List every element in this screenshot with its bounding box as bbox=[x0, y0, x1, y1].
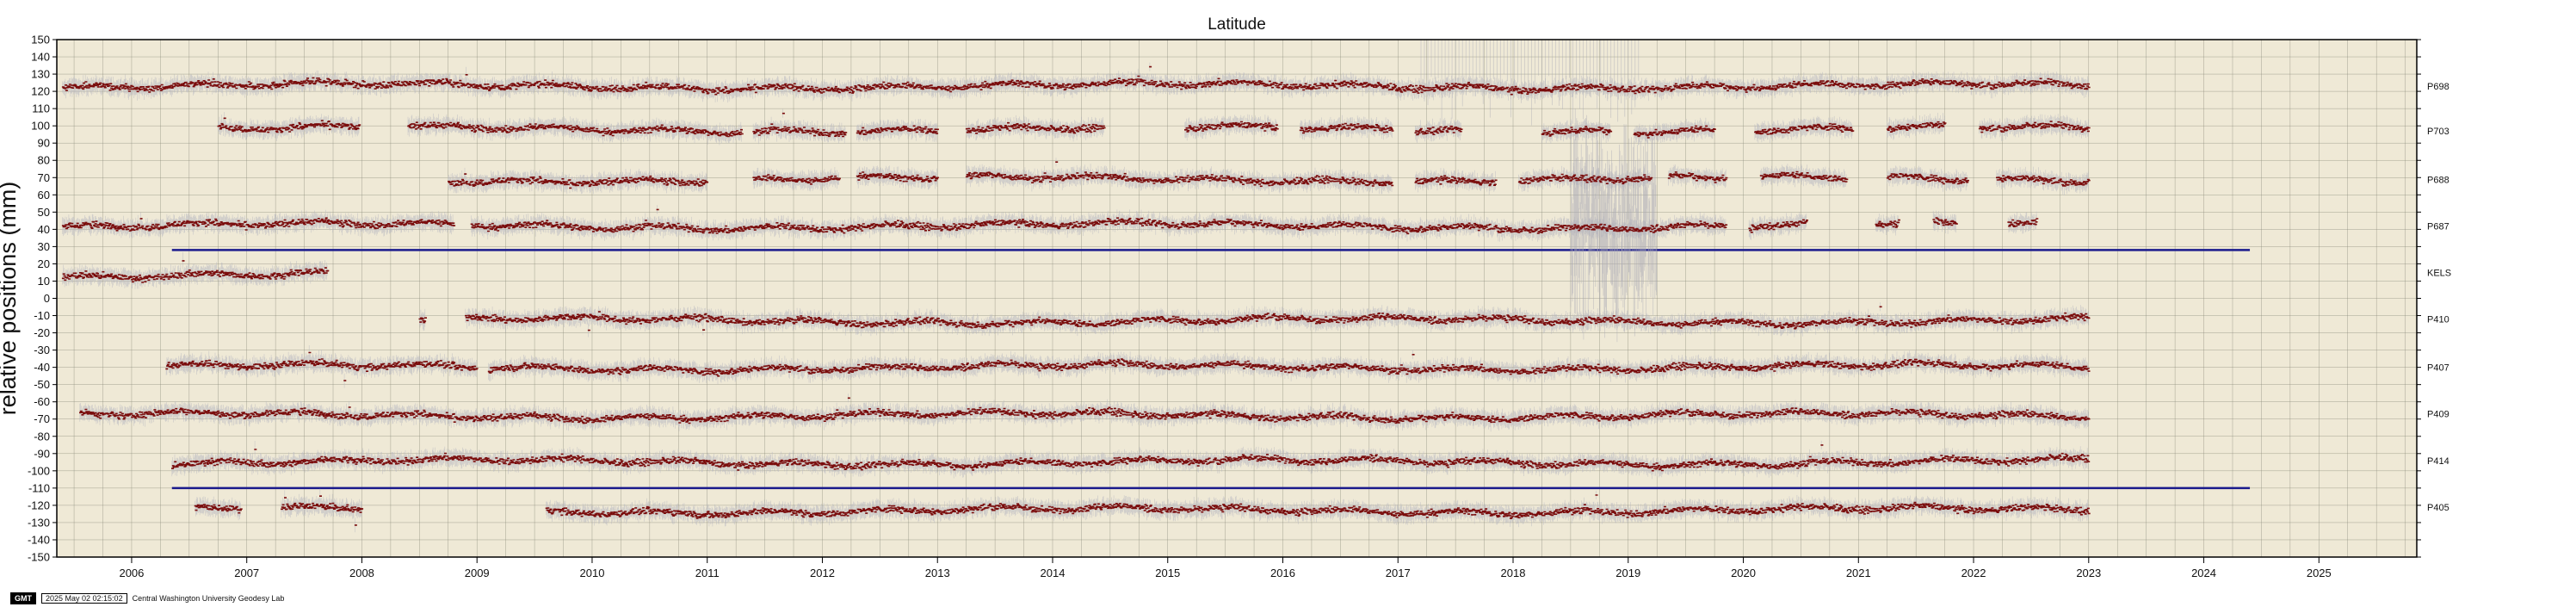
y-tick-label: 60 bbox=[38, 189, 50, 201]
y-tick-label: -70 bbox=[34, 412, 50, 425]
y-axis-label: relative positions (mm) bbox=[0, 182, 21, 416]
x-tick-label: 2015 bbox=[1155, 567, 1180, 579]
x-tick-label: 2016 bbox=[1270, 567, 1295, 579]
y-tick-label: -100 bbox=[28, 464, 50, 477]
x-tick-label: 2014 bbox=[1041, 567, 1066, 579]
x-tick-label: 2011 bbox=[695, 567, 720, 579]
y-tick-label: 150 bbox=[31, 34, 50, 46]
x-tick-label: 2006 bbox=[119, 567, 144, 579]
y-tick-label: -40 bbox=[34, 361, 50, 374]
x-tick-label: 2018 bbox=[1501, 567, 1526, 579]
y-tick-label: -50 bbox=[34, 378, 50, 391]
chart-title: Latitude bbox=[1208, 15, 1266, 34]
y-tick-label: 40 bbox=[38, 223, 50, 236]
y-tick-label: 140 bbox=[31, 51, 50, 64]
y-tick-label: -80 bbox=[34, 430, 50, 443]
station-label-p407: P407 bbox=[2427, 363, 2449, 374]
y-tick-label: -10 bbox=[34, 309, 50, 322]
y-tick-label: -110 bbox=[28, 481, 50, 494]
station-label-p409: P409 bbox=[2427, 410, 2449, 420]
y-tick-label: 10 bbox=[38, 275, 50, 288]
x-tick-label: 2012 bbox=[810, 567, 835, 579]
station-label-p414: P414 bbox=[2427, 456, 2449, 467]
y-tick-label: 120 bbox=[31, 85, 50, 98]
x-tick-label: 2010 bbox=[580, 567, 605, 579]
station-label-p703: P703 bbox=[2427, 127, 2449, 137]
x-tick-label: 2020 bbox=[1731, 567, 1756, 579]
y-tick-label: -30 bbox=[34, 344, 50, 356]
footer: GMT 2025 May 02 02:15:02 Central Washing… bbox=[10, 592, 284, 604]
credit-text: Central Washington University Geodesy La… bbox=[132, 594, 285, 603]
y-tick-label: 30 bbox=[38, 240, 50, 253]
timestamp: 2025 May 02 02:15:02 bbox=[41, 593, 127, 604]
y-tick-label: 80 bbox=[38, 154, 50, 167]
x-tick-label: 2019 bbox=[1615, 567, 1640, 579]
station-label-kels: KELS bbox=[2427, 268, 2451, 278]
station-label-p698: P698 bbox=[2427, 82, 2449, 92]
y-tick-label: 110 bbox=[32, 102, 50, 115]
y-tick-label: 50 bbox=[38, 206, 50, 219]
x-tick-label: 2009 bbox=[465, 567, 490, 579]
x-tick-label: 2013 bbox=[925, 567, 950, 579]
station-label-p688: P688 bbox=[2427, 175, 2449, 185]
y-tick-label: 90 bbox=[38, 137, 50, 150]
x-tick-label: 2023 bbox=[2076, 567, 2101, 579]
y-tick-label: -20 bbox=[34, 326, 50, 339]
x-tick-label: 2008 bbox=[349, 567, 374, 579]
y-tick-label: -150 bbox=[28, 551, 50, 564]
x-tick-label: 2025 bbox=[2307, 567, 2332, 579]
gmt-logo: GMT bbox=[10, 592, 36, 604]
y-tick-label: 130 bbox=[31, 68, 50, 81]
y-tick-label: -140 bbox=[28, 533, 50, 546]
y-tick-label: 70 bbox=[38, 171, 50, 184]
latitude-chart: 1501401301201101009080706050403020100-10… bbox=[0, 15, 2451, 579]
x-tick-label: 2024 bbox=[2191, 567, 2216, 579]
y-tick-label: 20 bbox=[38, 257, 50, 270]
y-tick-label: -60 bbox=[34, 395, 50, 408]
x-tick-label: 2017 bbox=[1386, 567, 1411, 579]
y-tick-label: -90 bbox=[34, 447, 50, 460]
station-label-p410: P410 bbox=[2427, 315, 2449, 325]
y-tick-label: 0 bbox=[44, 292, 50, 305]
y-tick-label: -130 bbox=[28, 516, 50, 529]
station-label-p687: P687 bbox=[2427, 221, 2449, 232]
x-tick-label: 2007 bbox=[234, 567, 259, 579]
x-tick-label: 2022 bbox=[1961, 567, 1986, 579]
x-tick-label: 2021 bbox=[1846, 567, 1871, 579]
station-label-p405: P405 bbox=[2427, 503, 2449, 513]
y-tick-label: -120 bbox=[28, 499, 50, 511]
y-tick-label: 100 bbox=[31, 120, 50, 133]
